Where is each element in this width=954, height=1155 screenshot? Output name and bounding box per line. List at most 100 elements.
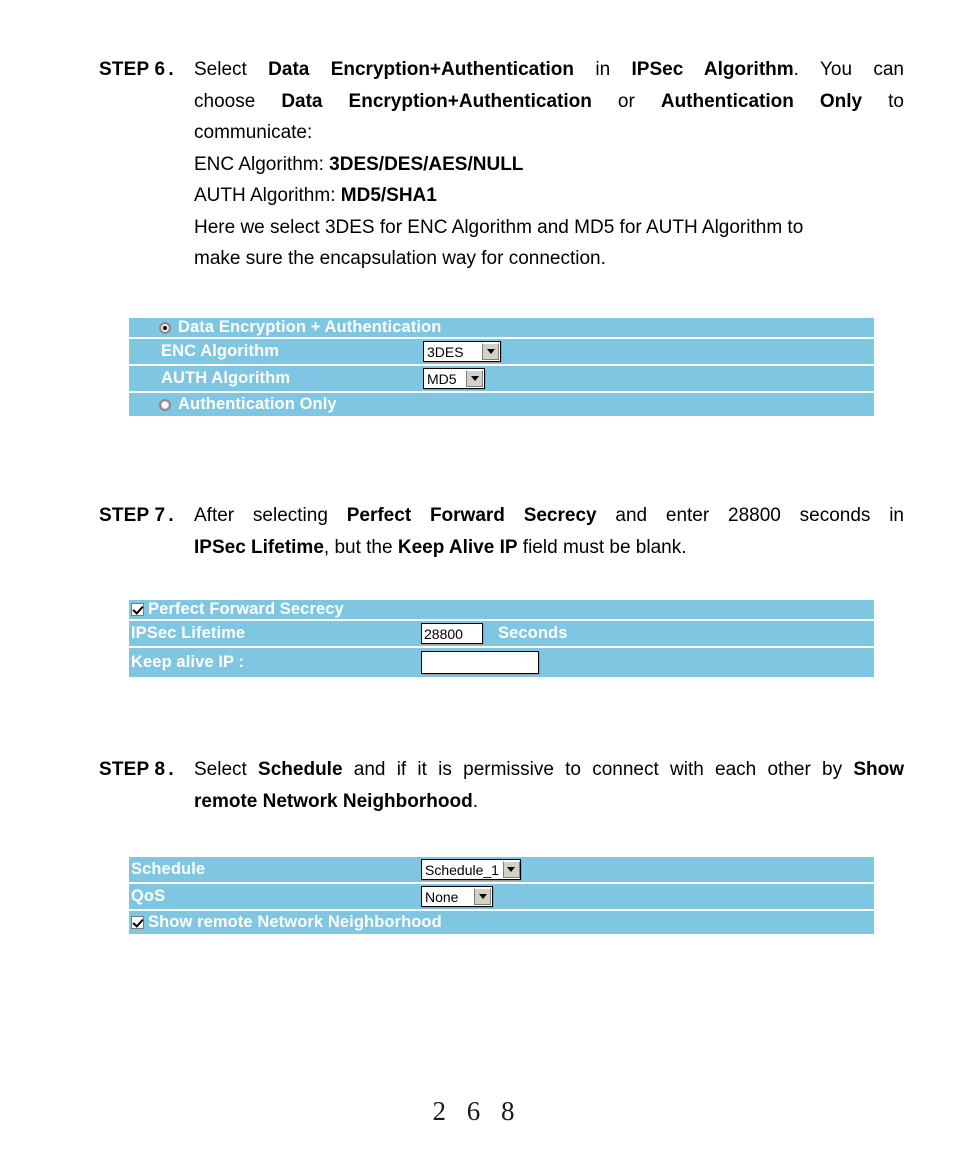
step-6-separator: . bbox=[168, 59, 174, 80]
text-fragment-bold: Data Encryption+Authentication bbox=[268, 59, 575, 80]
text-fragment: choose bbox=[194, 90, 282, 112]
row-authentication-only[interactable]: Authentication Only bbox=[129, 393, 874, 416]
qos-select[interactable]: None bbox=[421, 886, 493, 907]
chevron-down-icon[interactable] bbox=[466, 370, 483, 387]
step-7-line-1: After selecting Perfect Forward Secrecy … bbox=[194, 500, 904, 532]
data-encryption-authentication-label: Data Encryption + Authentication bbox=[178, 318, 442, 336]
step-6-line-7: make sure the encapsulation way for conn… bbox=[194, 243, 904, 275]
step-6-line-1: Select Data Encryption+Authentication in… bbox=[194, 54, 904, 86]
authentication-only-label: Authentication Only bbox=[178, 395, 337, 413]
text-fragment-bold: Show bbox=[853, 759, 904, 780]
step-6-line-4: ENC Algorithm: 3DES/DES/AES/NULL bbox=[194, 149, 904, 181]
step-7-block: STEP 7. After selecting Perfect Forward … bbox=[99, 500, 904, 563]
row-qos: QoS None bbox=[129, 884, 874, 911]
text-fragment: and if it is permissive to connect with … bbox=[342, 759, 854, 780]
text-fragment: make sure the encapsulation way for conn… bbox=[194, 248, 606, 269]
row-show-remote-network-neighborhood[interactable]: Show remote Network Neighborhood bbox=[129, 911, 874, 934]
chevron-down-icon[interactable] bbox=[474, 888, 491, 905]
ipsec-lifetime-value: 28800 bbox=[424, 625, 463, 642]
text-fragment-bold: IPSec Lifetime bbox=[194, 536, 324, 558]
step-6-line-3: communicate: bbox=[194, 117, 904, 149]
chevron-down-icon[interactable] bbox=[502, 861, 520, 878]
step-8-body: Select Schedule and if it is permissive … bbox=[194, 754, 904, 817]
text-fragment: , but the bbox=[323, 536, 398, 558]
step-6-label: STEP 6. bbox=[99, 54, 194, 86]
text-fragment-bold: IPSec Algorithm bbox=[631, 59, 794, 80]
text-fragment: . bbox=[472, 790, 478, 812]
auth-algorithm-control: MD5 bbox=[423, 368, 485, 389]
ipsec-lifetime-panel: Perfect Forward Secrecy IPSec Lifetime 2… bbox=[129, 600, 874, 677]
step-8-separator: . bbox=[168, 759, 174, 780]
auth-algorithm-label: AUTH Algorithm bbox=[161, 369, 291, 387]
text-fragment: Here we select 3DES for ENC Algorithm an… bbox=[194, 216, 804, 238]
auth-algorithm-value: MD5 bbox=[427, 370, 457, 387]
step-6-block: STEP 6. Select Data Encryption+Authentic… bbox=[99, 54, 904, 275]
ipsec-algorithm-panel: Data Encryption + Authentication ENC Alg… bbox=[129, 318, 874, 416]
perfect-forward-secrecy-label: Perfect Forward Secrecy bbox=[148, 600, 344, 618]
step-8-label: STEP 8. bbox=[99, 754, 194, 786]
row-auth-algorithm: AUTH Algorithm MD5 bbox=[129, 366, 874, 393]
step-6-body: Select Data Encryption+Authentication in… bbox=[194, 54, 904, 275]
text-fragment-bold: Data Encryption+Authentication bbox=[281, 90, 592, 112]
ipsec-lifetime-control: 28800 Seconds bbox=[421, 623, 567, 644]
row-data-encryption-authentication[interactable]: Data Encryption + Authentication bbox=[129, 318, 874, 339]
step-6-row: STEP 6. Select Data Encryption+Authentic… bbox=[99, 54, 904, 275]
step-8-line-1: Select Schedule and if it is permissive … bbox=[194, 754, 904, 786]
show-remote-network-neighborhood-label: Show remote Network Neighborhood bbox=[148, 913, 442, 931]
schedule-label: Schedule bbox=[131, 860, 206, 878]
text-fragment-bold: remote Network Neighborhood bbox=[194, 790, 473, 812]
step-8-block: STEP 8. Select Schedule and if it is per… bbox=[99, 754, 904, 817]
step-7-body: After selecting Perfect Forward Secrecy … bbox=[194, 500, 904, 563]
schedule-value: Schedule_1 bbox=[425, 861, 499, 878]
keep-alive-ip-control bbox=[421, 651, 539, 674]
checkbox-checked-icon[interactable] bbox=[131, 916, 144, 929]
text-fragment-bold: 3DES/DES/AES/NULL bbox=[329, 153, 524, 175]
text-fragment: and enter 28800 seconds in bbox=[596, 505, 904, 526]
ipsec-lifetime-label: IPSec Lifetime bbox=[131, 624, 246, 642]
row-schedule: Schedule Schedule_1 bbox=[129, 857, 874, 884]
text-fragment: ENC Algorithm: bbox=[194, 153, 330, 175]
step-6-line-2: choose Data Encryption+Authentication or… bbox=[194, 86, 904, 118]
row-ipsec-lifetime: IPSec Lifetime 28800 Seconds bbox=[129, 621, 874, 648]
schedule-control: Schedule_1 bbox=[421, 859, 521, 880]
row-enc-algorithm: ENC Algorithm 3DES bbox=[129, 339, 874, 366]
enc-algorithm-select[interactable]: 3DES bbox=[423, 341, 501, 362]
text-fragment-bold: Authentication Only bbox=[660, 90, 863, 112]
text-fragment: AUTH Algorithm: bbox=[194, 185, 341, 206]
step-8-line-2: remote Network Neighborhood. bbox=[194, 786, 904, 818]
row-perfect-forward-secrecy[interactable]: Perfect Forward Secrecy bbox=[129, 600, 874, 621]
chevron-down-icon[interactable] bbox=[482, 343, 499, 360]
radio-selected-icon[interactable] bbox=[159, 321, 171, 334]
ipsec-lifetime-input[interactable]: 28800 bbox=[421, 623, 483, 644]
text-fragment-bold: Perfect Forward Secrecy bbox=[346, 505, 597, 526]
keep-alive-ip-input[interactable] bbox=[421, 651, 539, 674]
page-number: 2 6 8 bbox=[432, 1096, 522, 1126]
radio-unselected-icon[interactable] bbox=[159, 398, 171, 411]
qos-value: None bbox=[425, 888, 459, 905]
text-fragment: to bbox=[862, 90, 904, 112]
text-fragment: communicate: bbox=[194, 122, 313, 143]
text-fragment: Select bbox=[194, 759, 259, 780]
step-6-label-text: STEP 6 bbox=[99, 59, 166, 80]
enc-algorithm-control: 3DES bbox=[423, 341, 501, 362]
text-fragment-bold: Schedule bbox=[258, 759, 343, 780]
text-fragment: Select bbox=[194, 59, 269, 80]
qos-control: None bbox=[421, 886, 493, 907]
step-7-row: STEP 7. After selecting Perfect Forward … bbox=[99, 500, 904, 563]
text-fragment: or bbox=[591, 90, 661, 112]
auth-algorithm-select[interactable]: MD5 bbox=[423, 368, 485, 389]
text-fragment: . You can bbox=[793, 59, 904, 80]
schedule-panel: Schedule Schedule_1 QoS None Show remote… bbox=[129, 857, 874, 934]
text-fragment: After selecting bbox=[194, 505, 347, 526]
checkbox-checked-icon[interactable] bbox=[131, 603, 144, 616]
text-fragment: in bbox=[574, 59, 632, 80]
keep-alive-ip-label: Keep alive IP : bbox=[131, 653, 245, 671]
enc-algorithm-value: 3DES bbox=[427, 343, 464, 360]
enc-algorithm-label: ENC Algorithm bbox=[161, 342, 280, 360]
step-7-label: STEP 7. bbox=[99, 500, 194, 532]
text-fragment-bold: Keep Alive IP bbox=[397, 536, 518, 558]
text-fragment-bold: MD5/SHA1 bbox=[340, 185, 437, 206]
text-fragment: field must be blank. bbox=[517, 536, 687, 558]
schedule-select[interactable]: Schedule_1 bbox=[421, 859, 521, 880]
qos-label: QoS bbox=[131, 887, 166, 905]
